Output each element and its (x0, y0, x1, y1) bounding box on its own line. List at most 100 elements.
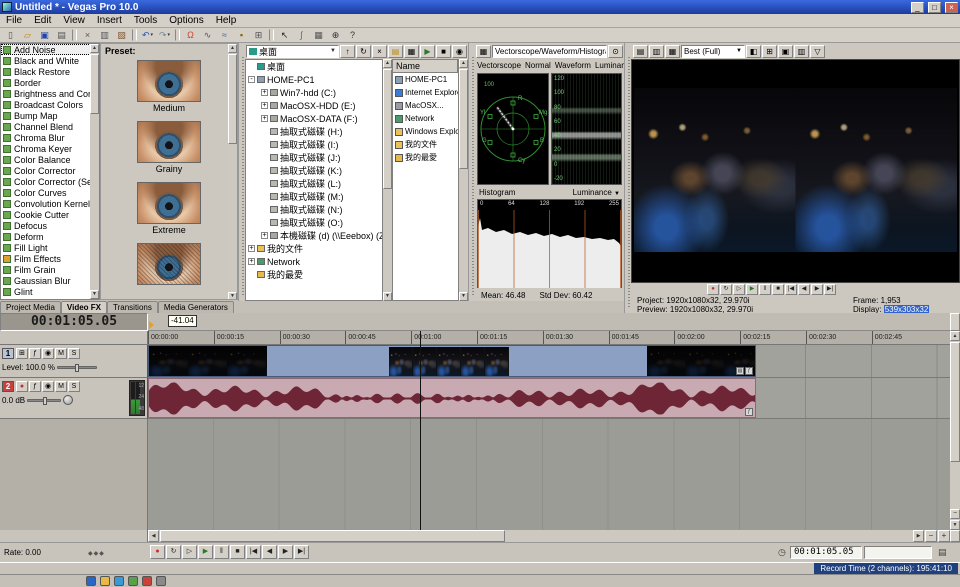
preview-quality-dropdown[interactable]: Best (Full)▼ (681, 45, 745, 58)
tree-item[interactable]: - HOME-PC1 (246, 73, 382, 86)
close-button[interactable]: × (945, 2, 958, 13)
doc-tab[interactable]: Media Generators (158, 301, 234, 313)
play-from-start-button[interactable]: ▷ (182, 545, 197, 559)
fx-item[interactable]: Black and White (1, 55, 99, 66)
preview-stop-button[interactable]: ■ (772, 284, 784, 295)
file-list-item[interactable]: 我的文件 (393, 138, 458, 151)
mute-button[interactable]: M (55, 381, 67, 392)
marker-icon[interactable] (149, 321, 154, 329)
envelope-edit-tool-button[interactable]: ∫ (293, 28, 310, 42)
fx-item[interactable]: Fill Light (1, 242, 99, 253)
tree-expander-icon[interactable]: + (248, 258, 255, 265)
scrollbar-thumb[interactable] (383, 69, 392, 189)
split-screen-button[interactable]: ◧ (746, 45, 761, 58)
taskbar-icon-folder[interactable] (100, 576, 110, 586)
tree-expander-icon[interactable]: + (248, 245, 255, 252)
tree-expander-icon[interactable]: + (261, 115, 268, 122)
preview-go-to-end-button[interactable]: ▶| (824, 284, 836, 295)
scroll-up-arrow[interactable]: ▲ (383, 59, 392, 68)
fx-item[interactable]: Film Grain (1, 264, 99, 275)
tree-item[interactable]: 抽取式磁碟 (L:) (246, 177, 382, 190)
fx-item[interactable]: Color Corrector (Secondar (1, 176, 99, 187)
pause-button[interactable]: ‖ (214, 545, 229, 559)
views-button[interactable]: ▦ (404, 45, 419, 58)
lock-envelopes-button[interactable]: ▪ (233, 28, 250, 42)
scrollbar-thumb[interactable] (459, 69, 468, 169)
preset-item[interactable]: Medium (136, 60, 202, 113)
preview-pause-button[interactable]: ‖ (759, 284, 771, 295)
toolbar-button[interactable] (72, 29, 77, 41)
file-list-item[interactable]: Windows Explorer (393, 125, 458, 138)
new-project-button[interactable]: ▯ (2, 28, 19, 42)
tree-item[interactable]: + Network (246, 255, 382, 268)
start-preview-button[interactable]: ▶ (420, 45, 435, 58)
scopes-dock-handle[interactable] (468, 43, 475, 301)
scroll-down-arrow[interactable]: ▼ (90, 290, 99, 299)
fx-item[interactable]: Film Effects (1, 253, 99, 264)
fx-item[interactable]: Color Corrector (1, 165, 99, 176)
timeline-hscrollbar[interactable]: ◀ ▶ − + (148, 530, 950, 542)
file-list-item[interactable]: HOME-PC1 (393, 73, 458, 86)
tree-expander-icon[interactable]: + (261, 102, 268, 109)
scroll-down-arrow[interactable]: ▼ (950, 520, 960, 530)
refresh-button[interactable]: ↻ (356, 45, 371, 58)
stop-preview-button[interactable]: ■ (436, 45, 451, 58)
address-dropdown[interactable]: 桌面 ▼ (246, 45, 339, 58)
next-frame-button[interactable]: ▶ (278, 545, 293, 559)
scope-settings-icon[interactable]: ⊙ (608, 45, 623, 58)
tree-item[interactable]: + MacOSX-HDD (E:) (246, 99, 382, 112)
tree-expander-icon[interactable]: + (261, 232, 268, 239)
slider-knob[interactable] (75, 364, 79, 372)
video-output-button[interactable]: ▦ (665, 45, 680, 58)
preview-play-button[interactable]: ▶ (746, 284, 758, 295)
audio-event[interactable]: ƒ (148, 378, 756, 418)
track-level-slider[interactable] (57, 366, 97, 369)
prev-frame-button[interactable]: ◀ (262, 545, 277, 559)
fx-item[interactable]: Broadcast Colors (1, 99, 99, 110)
preset-item[interactable]: Extreme (136, 182, 202, 235)
tree-item[interactable]: 抽取式磁碟 (O:) (246, 216, 382, 229)
play-button[interactable]: ▶ (198, 545, 213, 559)
taskbar-icon-red[interactable] (142, 576, 152, 586)
scope-type-dropdown[interactable]: Vectorscope/Waveform/Histogram▼ (492, 45, 607, 58)
scope-layout-icon[interactable]: ▦ (476, 45, 491, 58)
tree-item[interactable]: + 我的文件 (246, 242, 382, 255)
stop-button[interactable]: ■ (230, 545, 245, 559)
automation-button[interactable]: ◉ (42, 381, 54, 392)
taskbar-icon-media[interactable] (114, 576, 124, 586)
taskbar-icon-gray[interactable] (156, 576, 166, 586)
fx-item[interactable]: Cookie Cutter (1, 209, 99, 220)
mute-button[interactable]: M (55, 348, 67, 359)
scroll-down-arrow[interactable]: ▼ (459, 292, 468, 301)
file-list-scrollbar[interactable]: ▲ ▼ (459, 59, 468, 301)
menu-item[interactable]: Options (163, 15, 209, 26)
fx-item[interactable]: Glint (1, 286, 99, 297)
zoom-out-button[interactable]: − (925, 530, 937, 542)
tree-item[interactable]: 抽取式磁碟 (K:) (246, 164, 382, 177)
scroll-left-arrow[interactable]: ◀ (148, 530, 159, 542)
marker-bar[interactable]: -41.04 (148, 313, 950, 331)
file-list-item[interactable]: 我的最愛 (393, 151, 458, 164)
toolbar-button[interactable] (175, 29, 180, 41)
event-pan-crop-icon[interactable]: ▧ (736, 367, 744, 375)
pan-knob[interactable] (63, 395, 73, 405)
go-to-start-button[interactable]: |◀ (246, 545, 261, 559)
toolbar-button[interactable] (132, 29, 137, 41)
scroll-down-arrow[interactable]: ▼ (383, 292, 392, 301)
menu-item[interactable]: Insert (91, 15, 128, 26)
copy-button[interactable]: ▥ (96, 28, 113, 42)
scrollbar-thumb[interactable] (90, 54, 99, 114)
properties-button[interactable]: ▤ (53, 28, 70, 42)
record-button[interactable]: ● (150, 545, 165, 559)
scroll-up-arrow[interactable]: ▲ (950, 331, 960, 341)
fx-item[interactable]: Black Restore (1, 66, 99, 77)
external-monitor-button[interactable]: ▥ (649, 45, 664, 58)
fx-item[interactable]: Add Noise (1, 44, 99, 55)
menu-item[interactable]: Help (210, 15, 243, 26)
automation-button[interactable]: ◉ (42, 348, 54, 359)
zoom-edit-tool-button[interactable]: ⊕ (327, 28, 344, 42)
fx-item[interactable]: Chroma Keyer (1, 143, 99, 154)
tree-item[interactable]: 抽取式磁碟 (N:) (246, 203, 382, 216)
edit-cursor[interactable] (420, 331, 421, 530)
tree-expander-icon[interactable]: - (248, 76, 255, 83)
